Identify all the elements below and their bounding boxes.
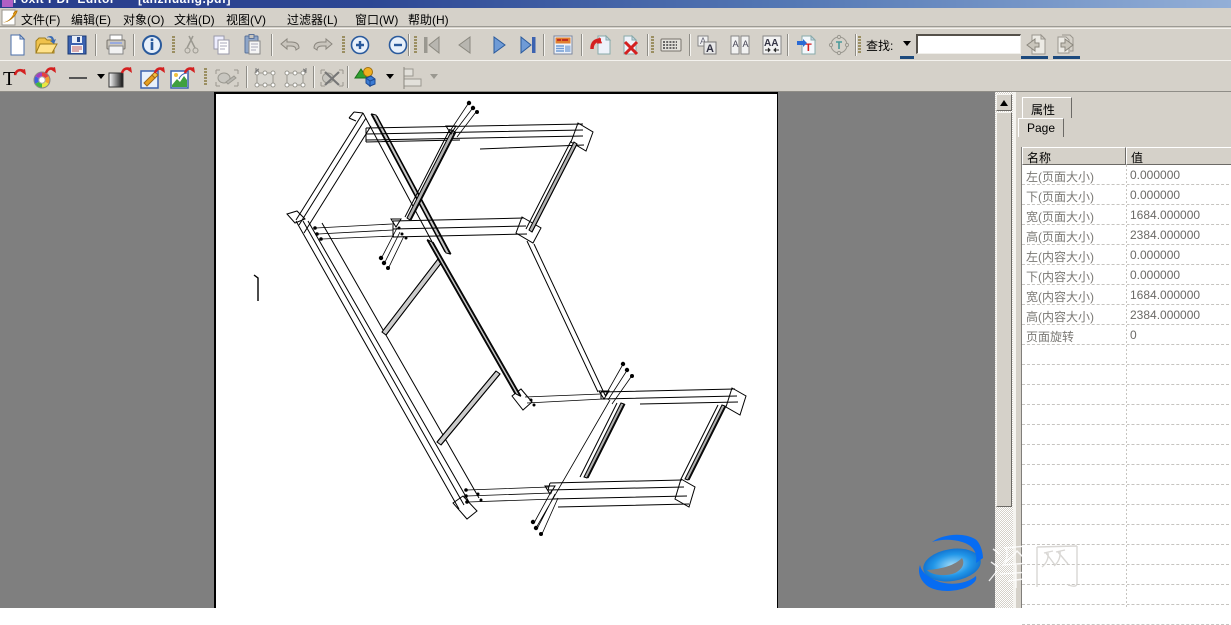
- svg-text:A: A: [743, 39, 749, 49]
- svg-text:A: A: [706, 43, 714, 55]
- svg-text:A: A: [733, 39, 739, 49]
- svg-text:AA: AA: [764, 38, 778, 49]
- svg-text:T: T: [3, 68, 15, 90]
